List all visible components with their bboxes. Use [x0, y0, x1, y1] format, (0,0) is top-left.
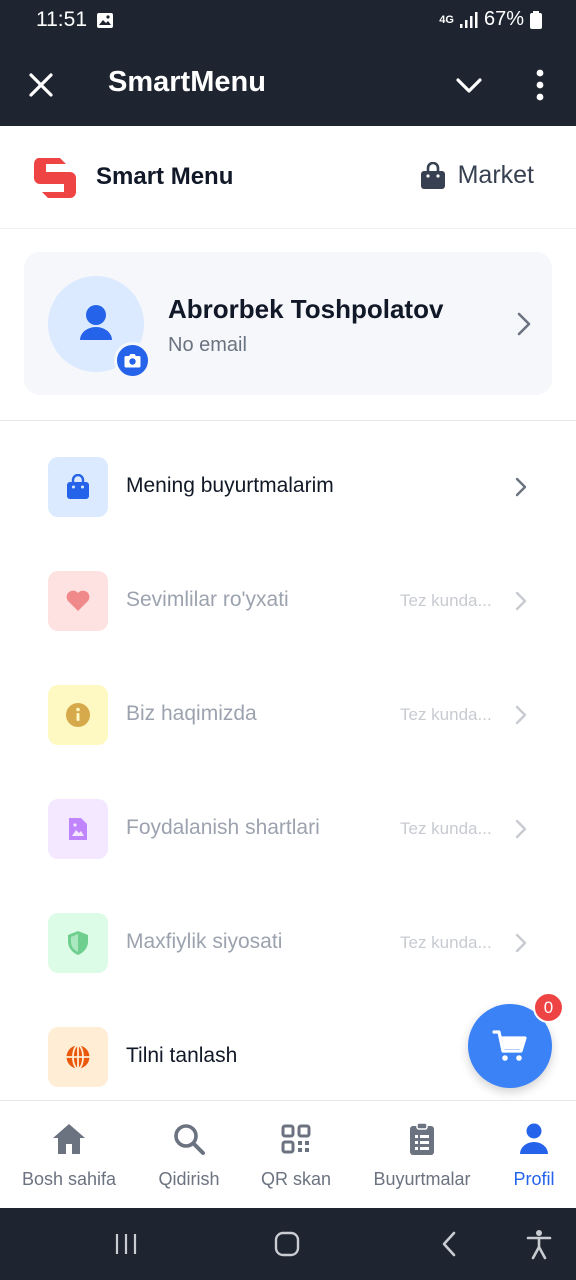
home-icon — [53, 1124, 85, 1154]
clipboard-icon — [410, 1122, 434, 1155]
brand-name: Smart Menu — [96, 163, 234, 190]
profile-name: Abrorbek Toshpolatov — [168, 294, 444, 324]
chevron-right-icon — [515, 933, 527, 953]
change-photo-button[interactable] — [114, 342, 151, 379]
coming-soon-label: Tez kunda... — [400, 705, 492, 724]
menu-icon-tile — [48, 799, 108, 859]
qr-code-icon — [281, 1124, 311, 1154]
nav-label: QR skan — [260, 1169, 332, 1189]
status-time: 11:51 — [36, 8, 87, 31]
globe-icon — [66, 1044, 90, 1070]
section-divider — [0, 420, 576, 421]
heart-icon — [66, 590, 90, 611]
menu-item-about[interactable]: Biz haqimizda Tez kunda... — [0, 685, 576, 799]
menu-item-favorites[interactable]: Sevimlilar ro'yxati Tez kunda... — [0, 571, 576, 685]
recent-apps-icon[interactable] — [114, 1228, 138, 1260]
menu-icon-tile — [48, 1027, 108, 1087]
chevron-down-icon[interactable] — [452, 68, 486, 102]
accessibility-icon[interactable] — [524, 1228, 554, 1260]
nav-item-orders[interactable]: Buyurtmalar — [366, 1101, 478, 1209]
brand-header: Smart Menu Market — [0, 126, 576, 229]
status-bar: 11:51 4G 67% — [0, 0, 576, 44]
profile-email: No email — [168, 334, 247, 356]
document-icon — [69, 818, 87, 840]
chevron-right-icon — [515, 591, 527, 611]
menu-item-label: Mening buyurtmalarim — [126, 474, 334, 497]
menu-icon-tile — [48, 457, 108, 517]
signal-icon — [459, 11, 478, 28]
coming-soon-label: Tez kunda... — [400, 819, 492, 838]
cart-count-badge: 0 — [533, 992, 564, 1023]
nav-label: Buyurtmalar — [373, 1169, 471, 1189]
menu-item-label: Biz haqimizda — [126, 702, 257, 725]
close-icon[interactable] — [24, 68, 58, 102]
nav-item-qr-scan[interactable]: QR skan — [254, 1101, 338, 1209]
app-title: SmartMenu — [108, 66, 266, 98]
menu-icon-tile — [48, 571, 108, 631]
menu-item-label: Foydalanish shartlari — [126, 816, 320, 839]
coming-soon-label: Tez kunda... — [400, 591, 492, 610]
nav-item-home[interactable]: Bosh sahifa — [18, 1101, 120, 1209]
chevron-right-icon — [515, 819, 527, 839]
more-options-icon[interactable] — [523, 68, 557, 102]
system-nav-bar — [0, 1208, 576, 1280]
shopping-bag-icon — [420, 161, 445, 189]
smart-menu-logo — [33, 158, 76, 198]
nav-item-profile[interactable]: Profil — [498, 1101, 570, 1209]
home-button-icon[interactable] — [272, 1228, 302, 1260]
menu-item-terms[interactable]: Foydalanish shartlari Tez kunda... — [0, 799, 576, 913]
profile-card[interactable]: Abrorbek Toshpolatov No email — [24, 252, 552, 395]
app-bar: SmartMenu — [0, 44, 576, 126]
menu-icon-tile — [48, 913, 108, 973]
coming-soon-label: Tez kunda... — [400, 933, 492, 952]
menu-item-label: Maxfiylik siyosati — [126, 930, 283, 953]
market-label: Market — [457, 161, 534, 189]
battery-percent: 67% — [483, 8, 524, 30]
nav-label: Bosh sahifa — [21, 1169, 117, 1189]
battery-icon — [530, 10, 542, 29]
market-button[interactable]: Market — [420, 161, 534, 190]
shopping-bag-icon — [67, 474, 89, 499]
shield-icon — [68, 931, 88, 955]
gallery-notification-icon — [97, 13, 113, 28]
status-indicators: 4G 67% — [439, 8, 542, 31]
info-icon — [66, 703, 90, 727]
nav-item-search[interactable]: Qidirish — [144, 1101, 234, 1209]
chevron-right-icon — [515, 477, 527, 497]
menu-item-my-orders[interactable]: Mening buyurtmalarim — [0, 457, 576, 571]
search-icon — [174, 1124, 205, 1155]
back-icon[interactable] — [437, 1228, 461, 1260]
bottom-nav: Bosh sahifa Qidirish QR skan Buyurtmalar… — [0, 1100, 576, 1208]
nav-label: Profil — [513, 1169, 555, 1189]
menu-item-label: Sevimlilar ro'yxati — [126, 588, 289, 611]
nav-label: Qidirish — [158, 1169, 220, 1189]
network-indicator: 4G — [439, 13, 454, 26]
chevron-right-icon — [515, 705, 527, 725]
camera-icon — [124, 354, 141, 368]
menu-item-label: Tilni tanlash — [126, 1044, 238, 1067]
menu-icon-tile — [48, 685, 108, 745]
chevron-right-icon — [517, 312, 531, 336]
shopping-cart-icon — [492, 1030, 527, 1061]
user-icon — [520, 1123, 548, 1154]
